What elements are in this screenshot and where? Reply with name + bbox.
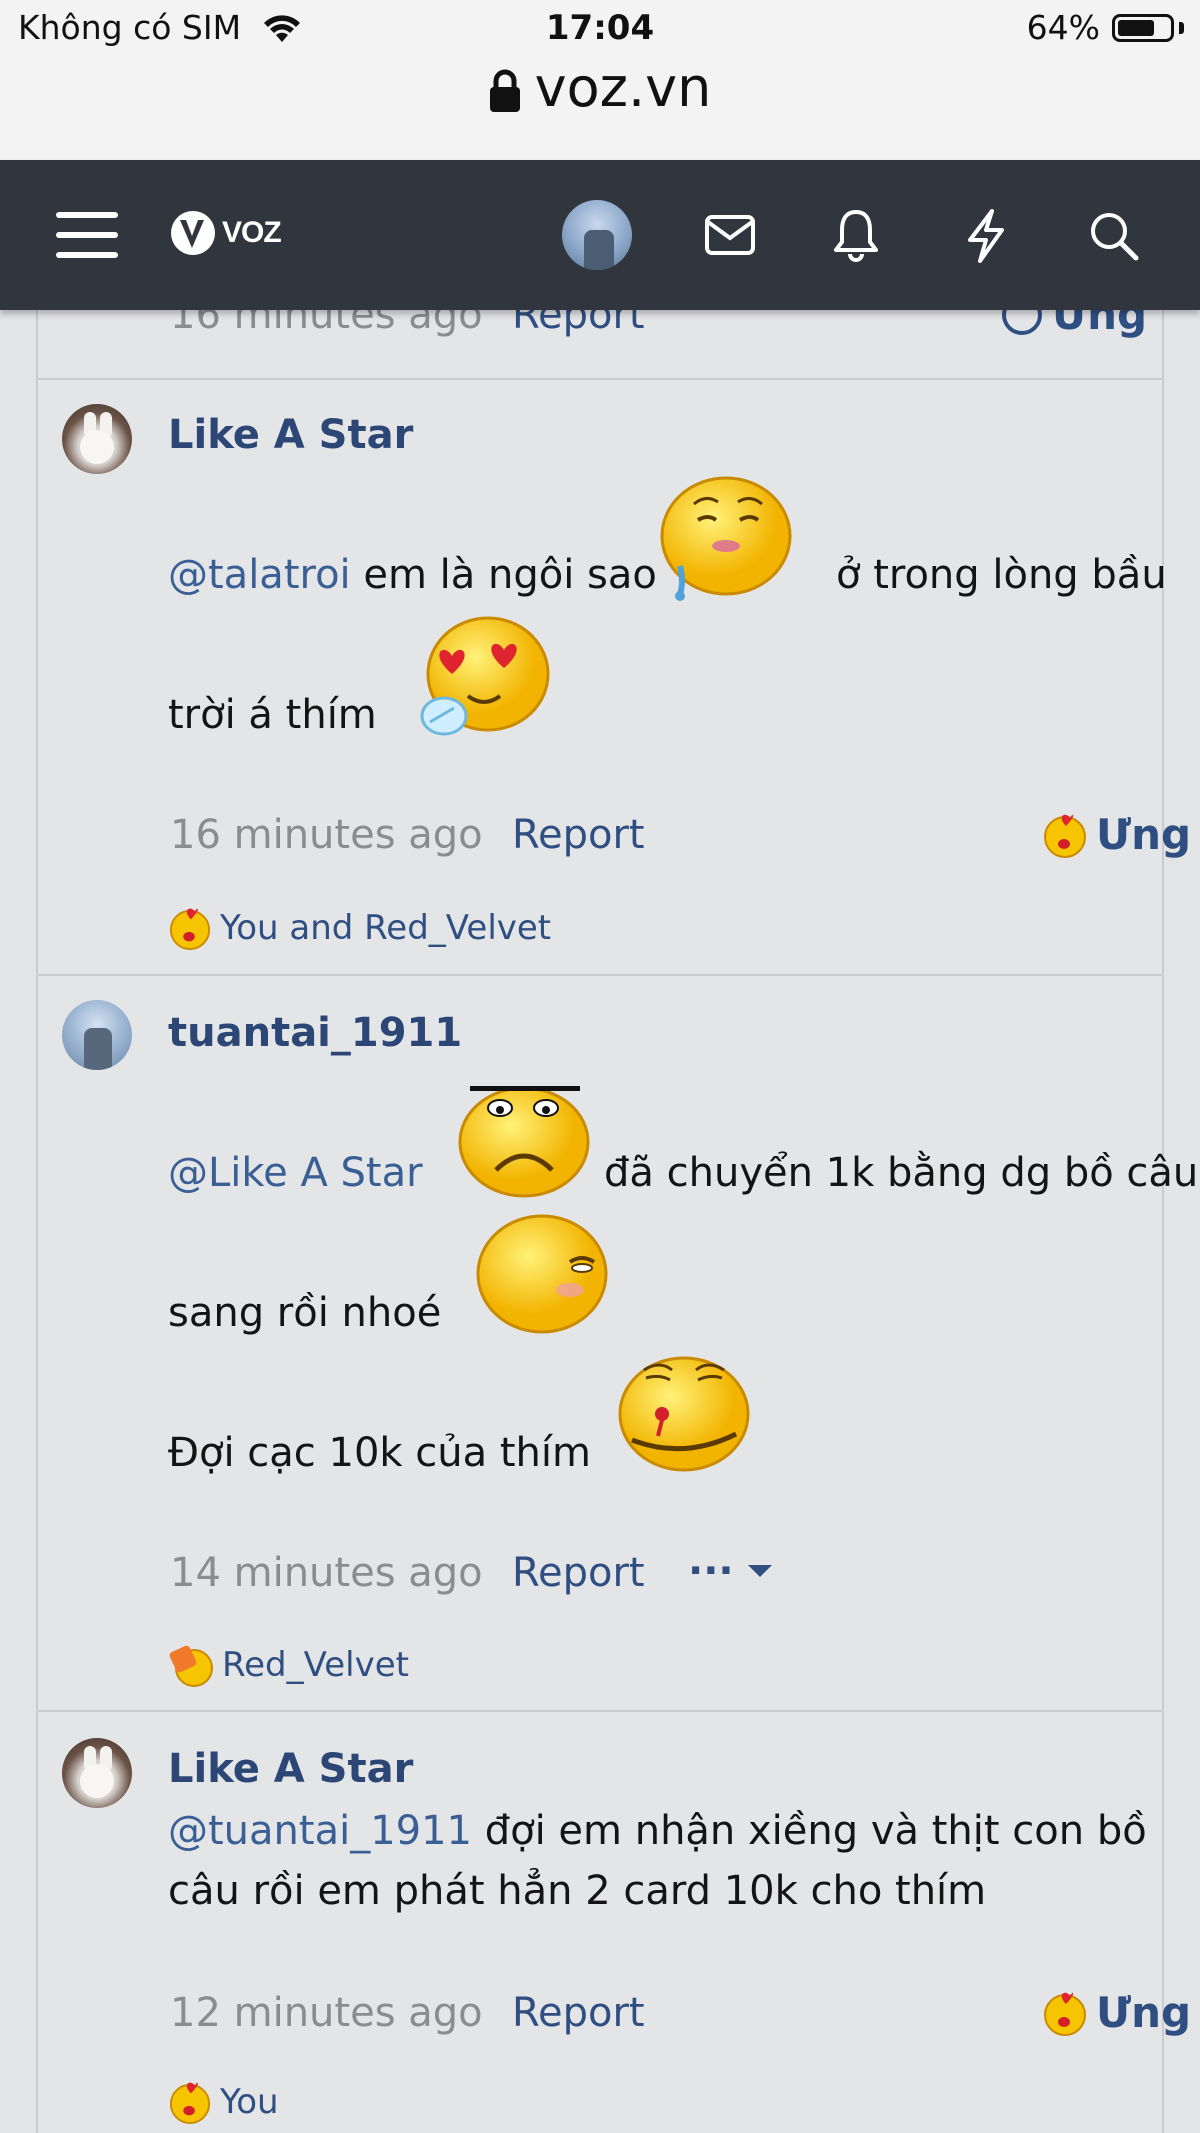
mention-link[interactable]: @Like A Star — [168, 1150, 423, 1196]
kiss-smiley-icon — [1044, 814, 1086, 858]
url-domain: voz.vn — [534, 56, 712, 119]
username[interactable]: Like A Star — [168, 412, 413, 458]
logo-text: VOZ — [222, 216, 282, 249]
react-label: Ưng — [1096, 1988, 1192, 2037]
kiss-smiley-icon — [169, 2082, 211, 2124]
avatar[interactable] — [62, 1000, 132, 1070]
message-text: Đợi cạc 10k của thím — [168, 1430, 591, 1476]
post-time[interactable]: 12 minutes ago — [170, 1990, 483, 2036]
forum-navbar: VOZ — [0, 160, 1200, 310]
mail-icon[interactable] — [704, 214, 756, 256]
browser-chrome: Không có SIM 17:04 64% voz.vn — [0, 0, 1200, 160]
caret-down-icon — [747, 1565, 772, 1577]
nosebleed-smiley-icon — [618, 1356, 750, 1472]
message-text: đã chuyển 1k bằng dg bồ câu — [604, 1150, 1199, 1196]
message-text: ở trong lòng bầu — [836, 552, 1167, 598]
frown-smiley-icon — [458, 1086, 590, 1198]
react-button[interactable]: Ưng — [1042, 810, 1191, 859]
report-link[interactable]: Report — [512, 812, 645, 858]
address-bar[interactable]: voz.vn — [0, 56, 1200, 119]
user-avatar[interactable] — [562, 200, 632, 270]
avatar[interactable] — [62, 404, 132, 474]
drool-smiley-icon — [660, 476, 792, 601]
site-logo[interactable]: VOZ — [170, 208, 282, 258]
battery-tip — [1179, 22, 1184, 34]
message-line: @tuantai_1911 đợi em nhận xiềng và thịt … — [168, 1808, 1147, 1854]
message-text: em là ngôi sao — [350, 552, 657, 598]
post-divider — [38, 974, 1162, 976]
reactors-text: You — [220, 2082, 279, 2122]
reactions-list[interactable]: Red_Velvet — [168, 1642, 409, 1688]
bolt-icon[interactable] — [964, 208, 1008, 264]
reactions-list[interactable]: You — [168, 2080, 279, 2124]
message-text: trời á thím — [168, 692, 377, 738]
thread-column: 16 minutes ago Report Ưng Like A Star @t… — [36, 0, 1198, 2133]
bell-icon[interactable] — [832, 208, 880, 262]
username[interactable]: tuantai_1911 — [168, 1010, 462, 1056]
menu-icon[interactable] — [56, 210, 118, 260]
avatar[interactable] — [62, 1738, 132, 1808]
message-text: sang rồi nhoé — [168, 1290, 442, 1336]
message-line: @talatroi em là ngôi sao — [168, 552, 657, 598]
message-text: câu rồi em phát hẳn 2 card 10k cho thím — [168, 1868, 987, 1914]
mention-link[interactable]: @talatroi — [168, 552, 351, 598]
username[interactable]: Like A Star — [168, 1746, 413, 1792]
reactions-list[interactable]: You and Red_Velvet — [168, 906, 551, 950]
post-time[interactable]: 16 minutes ago — [170, 812, 483, 858]
post-time[interactable]: 14 minutes ago — [170, 1550, 483, 1596]
battery-percent: 64% — [1026, 8, 1100, 47]
search-icon[interactable] — [1088, 210, 1140, 262]
react-button[interactable]: Ưng — [1042, 1988, 1191, 2037]
report-link[interactable]: Report — [512, 1990, 645, 2036]
heart-eyes-smiley-icon — [420, 616, 550, 736]
reactors-text: Red_Velvet — [222, 1645, 409, 1685]
post-divider — [38, 1710, 1162, 1712]
kiss-smiley-icon — [169, 908, 211, 950]
heart-hand-smiley-icon — [169, 1645, 213, 1687]
post-divider — [38, 378, 1162, 380]
more-actions-button[interactable]: ··· — [688, 1548, 774, 1594]
voz-logo-icon — [171, 211, 215, 255]
kiss-smiley-icon — [1044, 1992, 1086, 2036]
more-dots: ··· — [688, 1548, 734, 1594]
mention-link[interactable]: @tuantai_1911 — [168, 1808, 472, 1854]
report-link[interactable]: Report — [512, 1550, 645, 1596]
smirk-smiley-icon — [476, 1214, 608, 1334]
lock-icon — [489, 69, 520, 113]
reactors-text: You and Red_Velvet — [220, 908, 552, 948]
clock: 17:04 — [545, 8, 655, 48]
message-text: đợi em nhận xiềng và thịt con bồ — [472, 1808, 1147, 1854]
battery-icon — [1112, 14, 1174, 42]
react-label: Ưng — [1096, 810, 1192, 859]
